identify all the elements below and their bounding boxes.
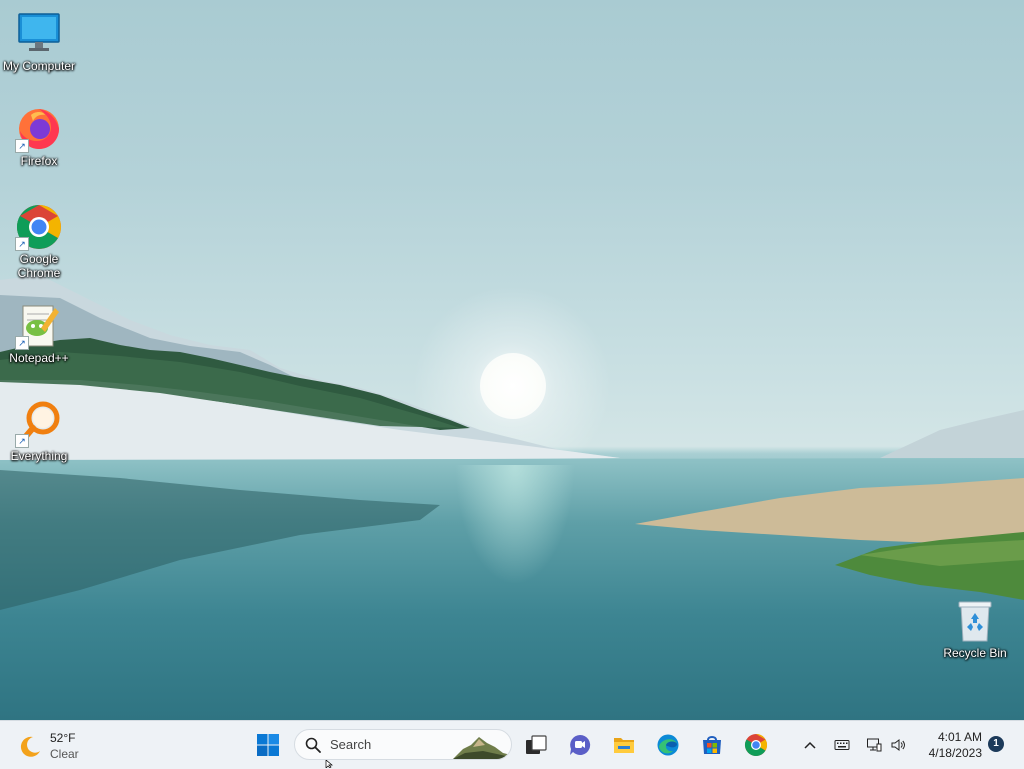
keyboard-icon <box>834 740 850 750</box>
desktop-icon-label: My Computer <box>2 59 76 73</box>
desktop-icon-label: Google Chrome <box>17 252 61 280</box>
start-button[interactable] <box>252 729 284 761</box>
network-tray-button[interactable] <box>862 733 886 757</box>
sun <box>480 353 546 419</box>
desktop-icon-google-chrome[interactable]: ↗ Google Chrome <box>0 203 78 280</box>
search-placeholder: Search <box>330 737 372 752</box>
desktop-icon-recycle-bin[interactable]: Recycle Bin <box>936 597 1014 660</box>
firefox-icon: ↗ <box>15 105 63 153</box>
edge-icon <box>657 734 679 756</box>
clock-time: 4:01 AM <box>937 730 982 744</box>
chrome-icon: ↗ <box>15 203 63 251</box>
clock-button[interactable]: 4:01 AM 4/18/2023 <box>918 729 982 761</box>
chrome-icon <box>745 734 767 756</box>
desktop-icon-label: Firefox <box>20 154 58 168</box>
keyboard-tray-button[interactable] <box>830 733 854 757</box>
network-icon <box>867 738 882 752</box>
shortcut-arrow-icon: ↗ <box>15 434 29 448</box>
store-icon <box>703 736 721 754</box>
water-glint <box>455 465 575 585</box>
shortcut-arrow-icon: ↗ <box>15 237 29 251</box>
show-hidden-icons-button[interactable] <box>798 733 822 757</box>
desktop-icon-firefox[interactable]: ↗ Firefox <box>0 105 78 168</box>
search-icon <box>305 737 321 753</box>
chrome-taskbar-button[interactable] <box>740 729 772 761</box>
shortcut-arrow-icon: ↗ <box>15 139 29 153</box>
volume-tray-button[interactable] <box>886 733 910 757</box>
weather-condition: Clear <box>50 747 79 761</box>
chevron-up-icon <box>804 741 816 749</box>
task-view-icon <box>526 735 547 754</box>
desktop-icon-label: Notepad++ <box>9 351 69 365</box>
mouse-cursor-icon <box>325 760 333 768</box>
desktop-icon-notepadpp[interactable]: ↗ Notepad++ <box>0 302 78 365</box>
recycle-bin-icon <box>951 597 999 645</box>
taskbar-search-box[interactable]: Search <box>294 729 512 760</box>
desktop-icon-label: Recycle Bin <box>943 646 1007 660</box>
everything-search-icon: ↗ <box>15 400 63 448</box>
clock-date: 4/18/2023 <box>928 746 982 760</box>
file-explorer-button[interactable] <box>608 729 640 761</box>
task-view-button[interactable] <box>520 729 552 761</box>
taskbar: 52°F Clear Search 4:01 AM 4/18/2023 <box>0 720 1024 769</box>
notification-badge[interactable]: 1 <box>988 736 1004 752</box>
search-highlight-image <box>453 737 511 759</box>
computer-icon <box>15 10 63 58</box>
desktop-icon-everything[interactable]: ↗ Everything <box>0 400 78 463</box>
store-button[interactable] <box>696 729 728 761</box>
weather-widget[interactable]: 52°F Clear <box>18 729 108 761</box>
weather-temperature: 52°F <box>50 731 76 745</box>
teams-chat-icon <box>570 734 591 755</box>
shortcut-arrow-icon: ↗ <box>15 336 29 350</box>
chat-button[interactable] <box>564 729 596 761</box>
edge-button[interactable] <box>652 729 684 761</box>
folder-icon <box>614 738 634 753</box>
desktop-icon-my-computer[interactable]: My Computer <box>0 10 78 73</box>
speaker-icon <box>891 739 905 751</box>
desktop-icon-label: Everything <box>10 449 68 463</box>
notepadpp-icon: ↗ <box>15 302 63 350</box>
windows-start-icon <box>257 734 279 756</box>
desktop-wallpaper <box>0 0 1024 720</box>
moon-icon <box>18 735 42 759</box>
